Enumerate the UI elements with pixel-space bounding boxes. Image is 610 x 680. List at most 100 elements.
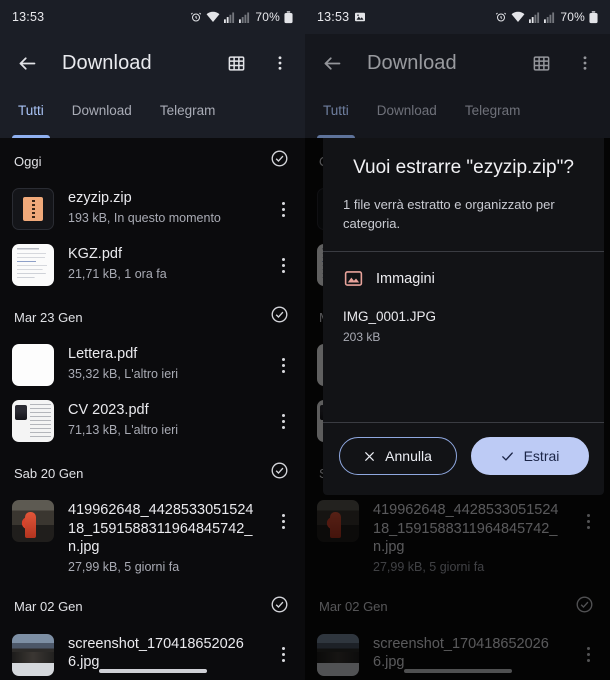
status-bar-left: 13:53 (12, 10, 44, 24)
check-icon (500, 449, 515, 464)
check-circle-icon[interactable] (270, 149, 289, 173)
file-name: CV 2023.pdf (68, 402, 149, 418)
file-info: CV 2023.pdf 71,13 kB, L'altro ieri (68, 400, 255, 439)
document-thumbnail (12, 400, 54, 442)
category-header: Immagini (343, 268, 584, 289)
cancel-button[interactable]: Annulla (338, 437, 457, 475)
tab-download[interactable]: Download (363, 92, 451, 138)
confirm-extract-button[interactable]: Estrai (470, 437, 589, 475)
close-x-icon (363, 450, 376, 463)
list-item[interactable]: ezyzip.zip 193 kB, In questo momento (0, 182, 305, 238)
item-overflow-icon[interactable] (269, 500, 297, 542)
signal-sim1-icon (224, 11, 235, 23)
list-item[interactable]: Lettera.pdf 35,32 kB, L'altro ieri (0, 338, 305, 394)
document-thumbnail (12, 344, 54, 386)
file-info: 419962648_442853305152418_15915883119648… (68, 500, 255, 576)
alarm-icon (190, 11, 202, 23)
battery-percent-label: 70% (255, 10, 280, 24)
grid-view-icon[interactable] (526, 48, 556, 78)
image-thumbnail (12, 500, 54, 542)
navigation-bar (0, 662, 305, 680)
back-arrow-icon[interactable] (12, 48, 42, 78)
status-bar-clock: 13:53 (317, 10, 350, 24)
extracted-file-name: IMG_0001.JPG (343, 309, 437, 324)
item-overflow-icon[interactable] (269, 344, 297, 386)
tab-download-label: Download (71, 103, 132, 118)
tab-telegram[interactable]: Telegram (451, 92, 535, 138)
document-thumbnail (12, 244, 54, 286)
tab-bar: Tutti Download Telegram (305, 92, 610, 138)
more-vertical-icon[interactable] (570, 48, 600, 78)
extract-confirm-dialog: Vuoi estrarre "ezyzip.zip"? 1 file verrà… (323, 133, 604, 495)
dialog-title: Vuoi estrarre "ezyzip.zip"? (353, 157, 574, 178)
status-bar-left: 13:53 (317, 10, 366, 24)
extracted-file-size: 203 kB (343, 330, 381, 344)
page-title: Download (367, 51, 457, 74)
file-meta: 193 kB, In questo momento (68, 210, 221, 225)
tab-download-label: Download (376, 103, 437, 118)
status-bar-right: 70% (495, 10, 598, 24)
status-bar-clock: 13:53 (12, 10, 45, 24)
file-info: Lettera.pdf 35,32 kB, L'altro ieri (68, 344, 255, 383)
section-label: Oggi (14, 153, 42, 169)
status-bar: 13:53 70% (305, 0, 610, 34)
file-meta: 21,71 kB, 1 ora fa (68, 266, 167, 281)
signal-sim2-icon (544, 11, 555, 23)
list-item[interactable]: CV 2023.pdf 71,13 kB, L'altro ieri (0, 394, 305, 450)
check-circle-icon[interactable] (270, 461, 289, 485)
section-label: Sab 20 Gen (14, 465, 84, 481)
file-name: ezyzip.zip (68, 190, 132, 206)
file-name: KGZ.pdf (68, 246, 122, 262)
category-label: Immagini (376, 270, 435, 287)
file-meta: 35,32 kB, L'altro ieri (68, 366, 179, 381)
tab-telegram-label: Telegram (159, 103, 216, 118)
check-circle-icon[interactable] (270, 595, 289, 619)
back-arrow-icon[interactable] (317, 48, 347, 78)
more-vertical-icon[interactable] (265, 48, 295, 78)
status-bar: 13:53 70% (0, 0, 305, 34)
dialog-actions: Annulla Estrai (323, 423, 604, 495)
home-gesture-handle[interactable] (98, 669, 207, 673)
wifi-icon (511, 11, 525, 23)
alarm-icon (495, 11, 507, 23)
grid-view-icon[interactable] (221, 48, 251, 78)
section-header: Mar 23 Gen (0, 294, 305, 338)
section-label: Mar 23 Gen (14, 309, 83, 325)
cancel-button-label: Annulla (385, 448, 432, 464)
item-overflow-icon[interactable] (269, 244, 297, 286)
section-label: Mar 02 Gen (14, 599, 83, 614)
dialog-content: Immagini IMG_0001.JPG 203 kB (323, 252, 604, 422)
status-bar-right: 70% (190, 10, 293, 24)
phone-screen-left: 13:53 70% Download Tutti Download Telegr… (0, 0, 305, 680)
tab-tutti[interactable]: Tutti (4, 92, 58, 138)
image-category-icon (343, 268, 364, 289)
list-item[interactable]: 419962648_442853305152418_15915883119648… (0, 494, 305, 584)
tab-telegram-label: Telegram (464, 103, 521, 118)
section-header: Mar 02 Gen (0, 584, 305, 628)
file-info: ezyzip.zip 193 kB, In questo momento (68, 188, 255, 227)
file-name: 419962648_442853305152418_15915883119648… (68, 502, 254, 555)
page-title: Download (62, 51, 152, 74)
list-item[interactable]: KGZ.pdf 21,71 kB, 1 ora fa (0, 238, 305, 294)
tab-tutti-label: Tutti (18, 103, 44, 118)
file-meta: 71,13 kB, L'altro ieri (68, 422, 179, 437)
app-bar: Download (305, 34, 610, 92)
item-overflow-icon[interactable] (269, 400, 297, 442)
dialog-subtitle: 1 file verrà estratto e organizzato per … (343, 197, 555, 231)
dual-screenshot-container: 13:53 70% Download Tutti Download Telegr… (0, 0, 610, 680)
app-bar: Download (0, 34, 305, 92)
battery-icon (589, 10, 598, 24)
tab-bar: Tutti Download Telegram (0, 92, 305, 138)
file-info: KGZ.pdf 21,71 kB, 1 ora fa (68, 244, 255, 283)
tab-tutti-label: Tutti (323, 103, 349, 118)
tab-download[interactable]: Download (58, 92, 146, 138)
item-overflow-icon[interactable] (269, 188, 297, 230)
battery-percent-label: 70% (560, 10, 585, 24)
battery-icon (284, 10, 293, 24)
file-name: Lettera.pdf (68, 346, 138, 362)
tab-telegram[interactable]: Telegram (146, 92, 230, 138)
file-list[interactable]: Oggi ezyzip.zip 193 kB, In questo moment… (0, 138, 305, 680)
tab-tutti[interactable]: Tutti (309, 92, 363, 138)
check-circle-icon[interactable] (270, 305, 289, 329)
file-meta: 27,99 kB, 5 giorni fa (68, 559, 180, 574)
